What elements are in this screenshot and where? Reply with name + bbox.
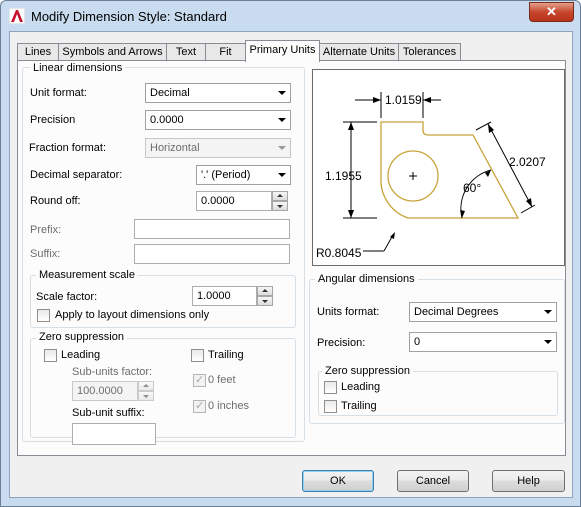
inches-label: 0 inches: [208, 400, 249, 412]
suffix-input[interactable]: [134, 244, 290, 264]
dim-radius-text: R0.8045: [316, 246, 362, 260]
spin-up-icon[interactable]: [257, 286, 273, 296]
dim-angle-text: 60°: [463, 181, 481, 195]
unit-format-select[interactable]: Decimal: [145, 83, 291, 103]
measurement-scale-title: Measurement scale: [36, 269, 138, 281]
angular-leading-label: Leading: [341, 381, 381, 393]
angular-precision-select[interactable]: 0: [409, 332, 557, 352]
chevron-down-icon: [278, 91, 286, 95]
scale-factor-label: Scale factor:: [36, 291, 98, 303]
chevron-down-icon: [278, 173, 286, 177]
dialog-client: Lines Symbols and Arrows Text Fit Primar…: [9, 31, 573, 498]
cancel-button[interactable]: Cancel: [397, 470, 469, 492]
precision-value: 0.0000: [150, 114, 184, 126]
decimal-separator-select[interactable]: '.' (Period): [196, 165, 291, 185]
help-button[interactable]: Help: [492, 470, 565, 492]
tab-text[interactable]: Text: [166, 43, 206, 61]
spin-down-icon[interactable]: [257, 296, 273, 306]
title-bar[interactable]: Modify Dimension Style: Standard ✕: [1, 1, 580, 31]
chevron-down-icon: [278, 118, 286, 122]
apply-layout-label: Apply to layout dimensions only: [55, 309, 210, 321]
tab-symbols-and-arrows[interactable]: Symbols and Arrows: [58, 43, 167, 61]
trailing-label: Trailing: [208, 349, 244, 361]
angular-trailing-checkbox[interactable]: [324, 400, 337, 413]
angular-zero-suppression-title: Zero suppression: [322, 365, 413, 377]
suffix-label: Suffix:: [30, 248, 61, 260]
fraction-format-select: Horizontal: [145, 138, 291, 158]
tab-tolerances[interactable]: Tolerances: [398, 43, 461, 61]
zero-suppression-title: Zero suppression: [36, 331, 127, 343]
leading-label: Leading: [61, 349, 101, 361]
inches-checkbox: [193, 399, 206, 413]
chevron-down-icon: [544, 340, 552, 344]
ok-button[interactable]: OK: [302, 470, 374, 492]
chevron-down-icon: [278, 146, 286, 150]
unit-format-value: Decimal: [150, 87, 190, 99]
primary-units-pane: Linear dimensions Unit format: Decimal P…: [17, 60, 566, 456]
spin-up-icon: [138, 381, 154, 391]
window-title: Modify Dimension Style: Standard: [31, 9, 227, 24]
round-off-spinner[interactable]: [272, 191, 288, 211]
subunits-factor-input: 100.0000: [72, 381, 138, 401]
spin-down-icon: [138, 391, 154, 401]
angular-units-format-select[interactable]: Decimal Degrees: [409, 302, 557, 322]
scale-factor-spinner[interactable]: [257, 286, 273, 306]
dimension-preview: 1.0159 1.1955 2.0207 60° R0.8045: [312, 69, 565, 266]
scale-factor-input[interactable]: 1.0000: [192, 286, 257, 306]
precision-label: Precision: [30, 114, 76, 126]
tab-alternate-units[interactable]: Alternate Units: [319, 43, 399, 61]
tab-fit[interactable]: Fit: [205, 43, 246, 61]
preview-drawing: 1.0159 1.1955 2.0207 60° R0.8045: [316, 92, 546, 260]
part-outline: [380, 121, 520, 219]
fraction-format-label: Fraction format:: [29, 142, 107, 154]
fraction-format-value: Horizontal: [150, 142, 200, 154]
apply-layout-checkbox[interactable]: [37, 309, 50, 322]
subunit-suffix-input[interactable]: [72, 423, 156, 445]
prefix-input[interactable]: [134, 219, 290, 239]
round-off-input[interactable]: 0.0000: [196, 191, 272, 211]
feet-checkbox: [193, 373, 206, 387]
angular-units-format-label: Units format:: [317, 306, 380, 318]
dialog-window: Modify Dimension Style: Standard ✕ Lines…: [0, 0, 581, 507]
subunits-factor-spinner: [138, 381, 154, 401]
autocad-icon: [9, 8, 25, 24]
feet-label: 0 feet: [208, 374, 236, 386]
precision-select[interactable]: 0.0000: [145, 110, 291, 130]
angular-precision-label: Precision:: [317, 337, 366, 349]
angular-trailing-label: Trailing: [341, 400, 377, 412]
close-button[interactable]: ✕: [529, 2, 574, 22]
leading-checkbox[interactable]: [44, 349, 57, 362]
angular-precision-value: 0: [414, 336, 421, 348]
trailing-checkbox[interactable]: [191, 349, 204, 362]
angular-dimensions-title: Angular dimensions: [315, 273, 418, 285]
unit-format-label: Unit format:: [30, 87, 87, 99]
dim-left-text: 1.1955: [325, 169, 362, 183]
angular-units-format-value: Decimal Degrees: [414, 306, 499, 318]
spin-down-icon[interactable]: [272, 201, 288, 211]
subunit-suffix-label: Sub-unit suffix:: [72, 407, 145, 419]
decimal-separator-label: Decimal separator:: [30, 169, 123, 181]
dim-angled-text: 2.0207: [509, 155, 546, 169]
angular-leading-checkbox[interactable]: [324, 381, 337, 394]
decimal-separator-value: '.' (Period): [201, 169, 251, 181]
chevron-down-icon: [544, 310, 552, 314]
prefix-label: Prefix:: [30, 224, 62, 236]
subunits-factor-label: Sub-units factor:: [72, 366, 153, 378]
linear-dimensions-title: Linear dimensions: [30, 62, 126, 74]
spin-up-icon[interactable]: [272, 191, 288, 201]
tab-lines[interactable]: Lines: [17, 43, 59, 61]
round-off-label: Round off:: [30, 195, 81, 207]
tab-primary-units[interactable]: Primary Units: [245, 40, 320, 62]
dim-top-text: 1.0159: [385, 93, 422, 107]
